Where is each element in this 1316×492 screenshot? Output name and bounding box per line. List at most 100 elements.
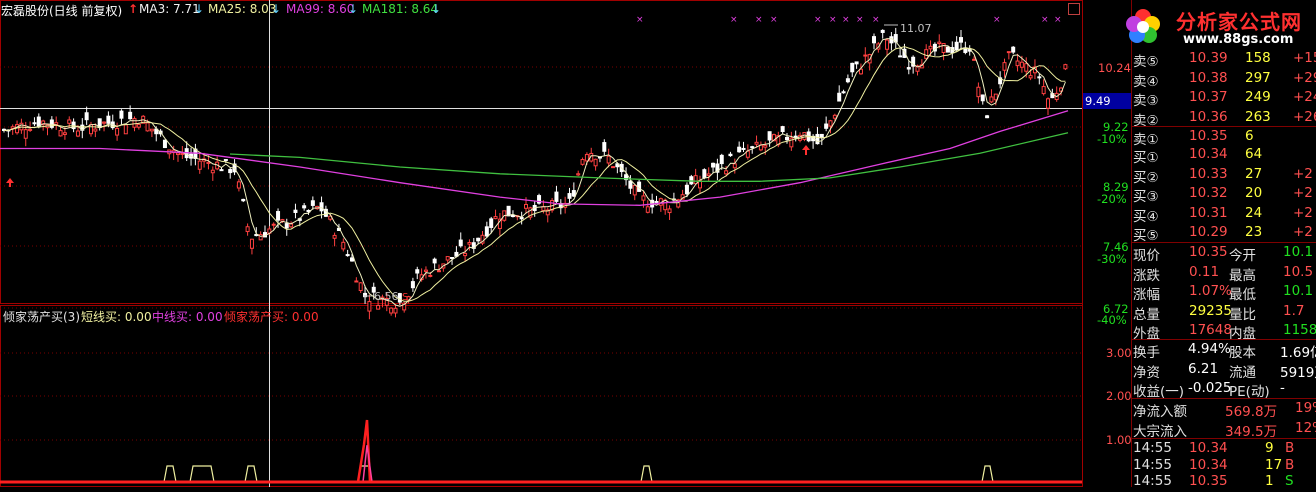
candle-body <box>711 162 716 168</box>
buy-level-row: 买② 10.33 27 +2 <box>1133 165 1316 186</box>
high-label: 11.07 <box>900 22 932 35</box>
tick-price: 10.34 <box>1189 456 1228 473</box>
candle-body <box>210 169 215 174</box>
candle-body <box>293 209 298 213</box>
candle-body <box>115 127 120 136</box>
panel-separator <box>1131 438 1316 439</box>
logo-text: 分析家公式网 <box>1176 10 1302 34</box>
stat-label: 股本 <box>1229 345 1256 361</box>
candle-body <box>249 238 254 249</box>
level-price: 10.33 <box>1189 165 1228 182</box>
candle-body <box>376 304 381 310</box>
stat-value: 5919万 <box>1280 364 1316 381</box>
candle-body <box>1015 60 1020 67</box>
candle-body <box>62 132 67 135</box>
ma3-line <box>3 37 1066 307</box>
level-change: +15 <box>1293 50 1316 66</box>
x-mark: × <box>842 15 850 25</box>
candle-body <box>367 301 372 312</box>
stat-value: 0.11 <box>1189 263 1220 280</box>
stat-value: 1.07% <box>1189 283 1232 300</box>
candle-body <box>32 122 37 125</box>
candle-body <box>149 128 154 132</box>
stat-value: 29235 <box>1189 302 1232 319</box>
candle-body <box>410 281 415 289</box>
level-change: +2 <box>1293 224 1313 241</box>
panel-separator <box>1131 398 1316 399</box>
x-mark: × <box>829 15 837 25</box>
stat-row: 涨跌 0.11 最高 10.5 <box>1133 263 1316 284</box>
x-mark: × <box>872 15 880 25</box>
candle-body <box>667 208 672 214</box>
candle-body <box>102 121 107 124</box>
candle-body <box>628 180 633 189</box>
x-mark: × <box>1041 15 1049 25</box>
sell-signal-label: S <box>402 292 408 303</box>
arrow-down-icon: ↓ <box>194 2 205 16</box>
buy-level-row: 买③ 10.32 20 +2 <box>1133 185 1316 205</box>
stat-label: 最高 <box>1229 267 1256 284</box>
candle-body <box>767 131 772 141</box>
close-icon[interactable] <box>1068 3 1080 15</box>
stat-label: 流通 <box>1229 364 1256 381</box>
candle-body <box>36 116 41 127</box>
pct-tick: -10% <box>1097 132 1127 146</box>
candle-body <box>567 193 572 199</box>
stat-label: 总量 <box>1133 306 1160 323</box>
candle-body <box>423 269 428 272</box>
candle-body <box>284 223 289 229</box>
stat-value: 1158 <box>1283 322 1316 339</box>
candle-body <box>854 61 859 65</box>
candle-body <box>180 152 185 155</box>
candle-body <box>197 160 202 170</box>
stat-row: 现价 10.35 今开 10.1 <box>1133 244 1316 264</box>
candle-body <box>576 173 581 176</box>
candle-body <box>458 239 463 247</box>
level-label: 卖④ <box>1133 73 1159 90</box>
candle-body <box>945 46 950 53</box>
candle-body <box>571 190 576 197</box>
flow-value: 569.8万 <box>1225 404 1278 420</box>
flow-percent: 12% <box>1295 419 1316 436</box>
candle-body <box>754 141 759 145</box>
signal-x-marks: × × × × × × × × × × × × <box>636 15 1062 25</box>
level-price: 10.32 <box>1189 185 1228 202</box>
candle-body <box>1037 76 1042 79</box>
candle-body <box>136 123 141 128</box>
arrow-up-icon: ↑ <box>128 2 139 16</box>
pct-tick: -30% <box>1097 252 1127 266</box>
candle-body <box>415 269 420 274</box>
sell-level-row: 卖① 10.35 6 <box>1133 128 1316 148</box>
stat-label: 最低 <box>1229 287 1256 304</box>
candle-body <box>289 223 294 228</box>
candle-body <box>493 216 498 220</box>
candle-body <box>898 55 903 58</box>
candlesticks <box>2 27 1068 320</box>
stat-value: 17648 <box>1189 322 1232 339</box>
candle-body <box>1063 64 1068 70</box>
x-mark: × <box>856 15 864 25</box>
level-volume: 263 <box>1245 108 1271 125</box>
candle-body <box>302 205 307 209</box>
flow-row: 净流入额 569.8万 19% <box>1133 400 1316 420</box>
candle-body <box>123 124 128 135</box>
candle-body <box>445 256 450 261</box>
stat-value: 1.7 <box>1283 302 1305 319</box>
level-volume: 158 <box>1245 50 1271 66</box>
candle-body <box>1041 86 1046 95</box>
candle-body <box>689 176 694 185</box>
indicator-tick: 2.00 <box>1106 389 1132 403</box>
candle-body <box>872 36 876 44</box>
x-mark: × <box>755 15 763 25</box>
ma3-label: MA3: 7.71 <box>139 2 200 16</box>
candle-body <box>663 199 668 211</box>
stat-label: 涨跌 <box>1133 267 1160 284</box>
tick-volume: 9 <box>1265 440 1274 456</box>
candle-body <box>654 200 659 203</box>
tick-price: 10.34 <box>1189 440 1228 456</box>
indicator-tick: 1.00 <box>1106 433 1132 447</box>
x-mark: × <box>814 15 822 25</box>
candle-body <box>906 67 911 70</box>
sell-level-row: 卖②10.36263+26 <box>1133 108 1316 129</box>
candle-body <box>924 49 929 59</box>
